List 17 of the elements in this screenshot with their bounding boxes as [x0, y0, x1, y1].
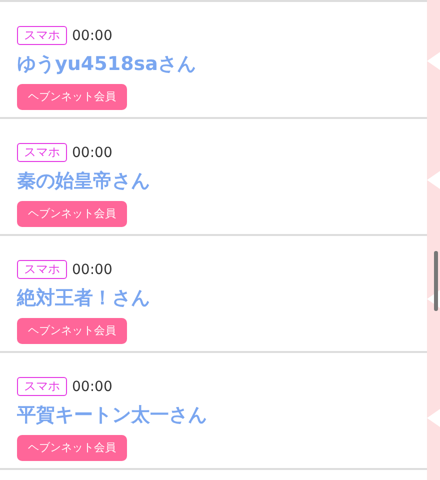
time-text: 00:00	[72, 144, 112, 160]
device-tag: スマホ	[17, 143, 67, 162]
time-text: 00:00	[72, 378, 112, 394]
time-text: 00:00	[72, 262, 112, 278]
user-card[interactable]: スマホ 00:00 秦の始皇帝さん ヘブンネット会員	[0, 119, 427, 236]
member-badge: ヘブンネット会員	[17, 201, 127, 227]
device-tag: スマホ	[17, 26, 67, 45]
user-card[interactable]: スマホ 00:00 平賀キートン太一さん ヘブンネット会員	[0, 353, 427, 470]
user-card[interactable]: スマホ 00:00 絶対王者！さん ヘブンネット会員	[0, 236, 427, 353]
member-badge: ヘブンネット会員	[17, 318, 127, 344]
member-badge: ヘブンネット会員	[17, 84, 127, 110]
device-tag: スマホ	[17, 260, 67, 279]
device-tag: スマホ	[17, 377, 67, 396]
time-text: 00:00	[72, 28, 112, 44]
member-badge: ヘブンネット会員	[17, 435, 127, 461]
scrollbar-thumb[interactable]	[434, 251, 438, 311]
user-card[interactable]: スマホ 00:00 ゆうyu4518saさん ヘブンネット会員	[0, 2, 427, 119]
